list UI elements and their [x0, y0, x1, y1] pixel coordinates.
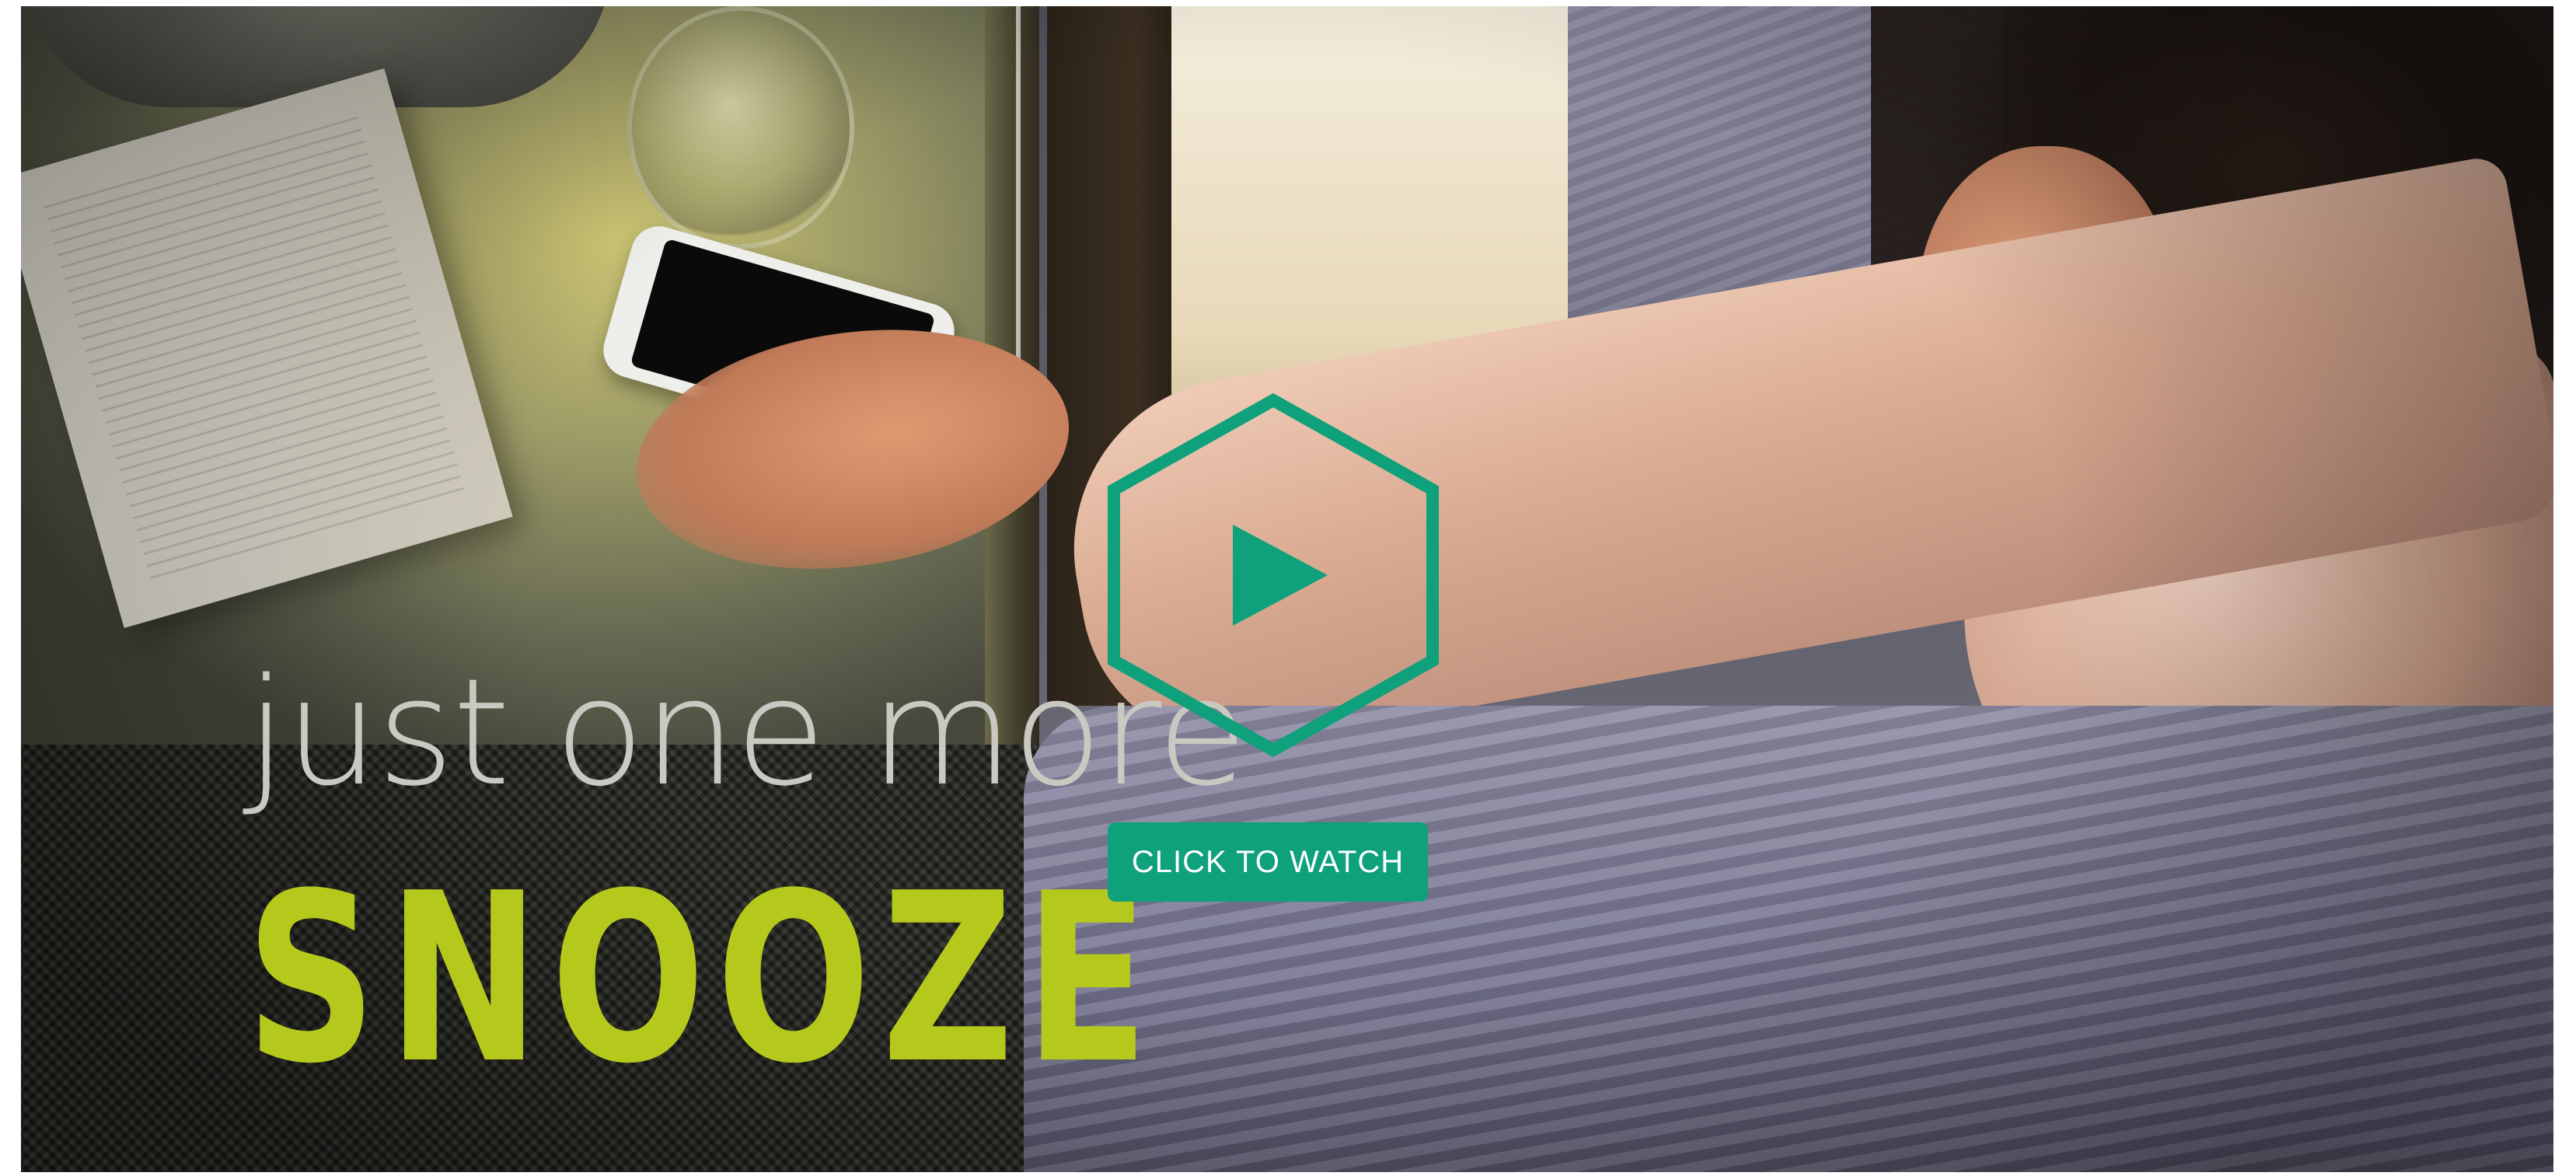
- play-button[interactable]: [1102, 393, 1444, 758]
- play-icon: [1233, 525, 1328, 626]
- tagline-text: just one more: [246, 647, 1248, 818]
- click-to-watch-button[interactable]: CLICK TO WATCH: [1108, 822, 1428, 902]
- headline-text: SNOOZE: [246, 843, 1160, 1115]
